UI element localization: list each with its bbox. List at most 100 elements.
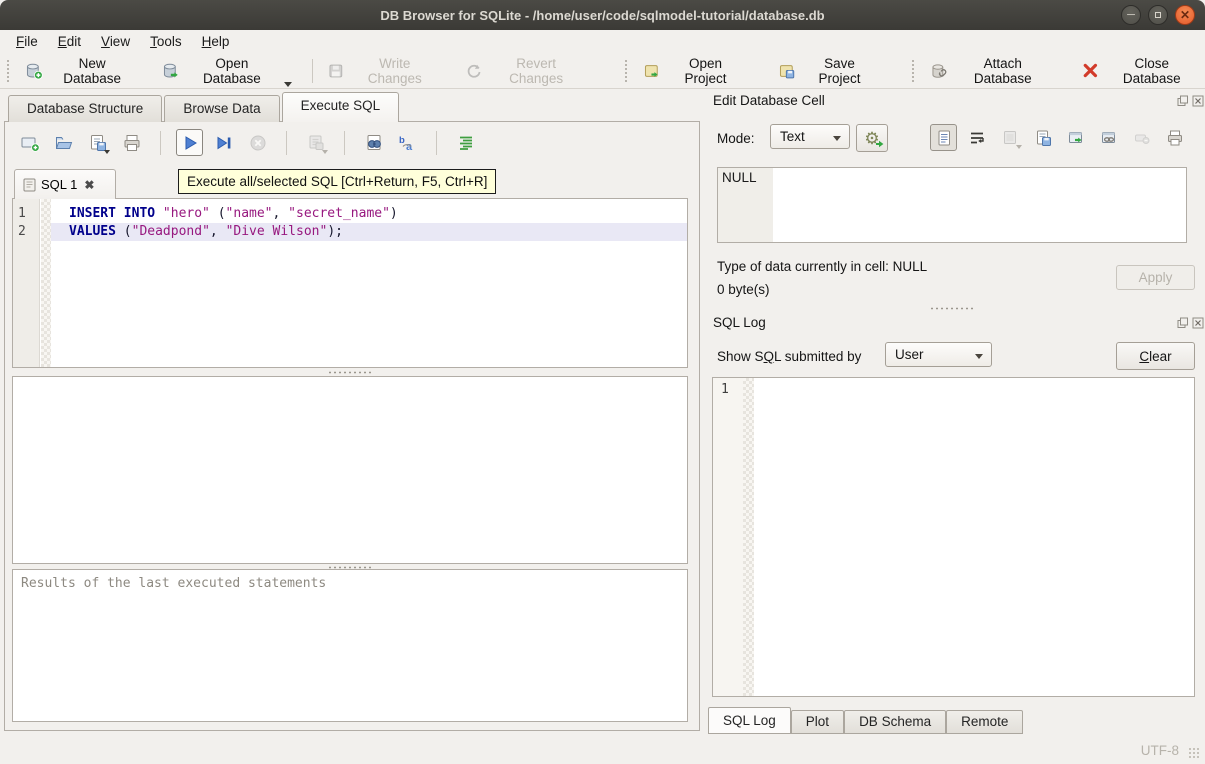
auto-apply-button[interactable]: ⚙ — [856, 124, 888, 152]
open-external-button[interactable] — [1062, 124, 1089, 151]
cell-value-editor[interactable]: NULL — [717, 167, 1187, 243]
execute-line-button[interactable] — [210, 129, 237, 156]
tab-execute-sql[interactable]: Execute SQL — [282, 92, 400, 122]
find-button[interactable] — [360, 129, 387, 156]
toolbar-separator — [312, 59, 313, 83]
save-file-dropdown-caret[interactable] — [104, 150, 110, 154]
edit-cell-toolbar — [930, 124, 1188, 151]
menu-view[interactable]: View — [91, 32, 140, 51]
menu-help[interactable]: Help — [192, 32, 240, 51]
print-sql-button[interactable] — [118, 129, 145, 156]
sql-log-view[interactable]: 1 — [712, 377, 1195, 697]
set-null-icon — [1133, 129, 1151, 147]
database-close-icon — [1082, 62, 1099, 79]
toolbar-grip[interactable] — [624, 59, 629, 83]
sql-editor-tab[interactable]: SQL 1 ✖ — [14, 169, 116, 199]
sql-log-filter-select[interactable]: User — [885, 342, 992, 367]
database-new-icon — [25, 62, 43, 80]
menu-tools[interactable]: Tools — [140, 32, 192, 51]
open-database-button[interactable]: Open Database — [156, 52, 285, 90]
close-database-button[interactable]: Close Database — [1076, 52, 1205, 90]
window-title: DB Browser for SQLite - /home/user/code/… — [380, 8, 824, 23]
close-icon: ✕ — [1180, 9, 1190, 21]
splitter-handle[interactable] — [328, 370, 372, 375]
execute-tooltip: Execute all/selected SQL [Ctrl+Return, F… — [178, 169, 496, 194]
new-sql-tab-button[interactable] — [16, 129, 43, 156]
status-bar: UTF-8 — [0, 734, 1205, 764]
text-mode-button[interactable] — [930, 124, 957, 151]
save-sql-file-button[interactable] — [84, 129, 111, 156]
execute-line-icon — [214, 133, 234, 153]
clear-log-button[interactable]: Clear — [1116, 342, 1195, 370]
tab-database-structure[interactable]: Database Structure — [8, 95, 162, 122]
print-cell-button[interactable] — [1161, 124, 1188, 151]
cell-type-info: Type of data currently in cell: NULL — [717, 259, 927, 274]
format-lines-icon — [456, 133, 476, 153]
import-file-icon — [1001, 129, 1019, 147]
cell-size-info: 0 byte(s) — [717, 282, 770, 297]
menu-bar: File Edit View Tools Help — [0, 30, 1205, 53]
svg-text:a: a — [406, 141, 413, 153]
line-number-gutter: 1 2 — [13, 199, 40, 367]
set-null-button — [1128, 124, 1155, 151]
sql-toolbar-separator — [344, 131, 345, 155]
open-project-button[interactable]: Open Project — [637, 52, 750, 90]
dock-tab-db-schema[interactable]: DB Schema — [844, 710, 946, 734]
format-sql-button[interactable] — [452, 129, 479, 156]
replace-button[interactable]: b a — [394, 129, 421, 156]
float-panel-icon[interactable] — [1177, 317, 1189, 329]
edit-cell-dock-buttons — [1177, 95, 1204, 107]
printer-icon — [122, 133, 142, 153]
tab-browse-data[interactable]: Browse Data — [164, 95, 279, 122]
save-project-button[interactable]: Save Project — [772, 52, 883, 90]
project-open-icon — [643, 62, 661, 80]
toolbar-grip[interactable] — [911, 59, 916, 83]
printer-icon — [1166, 129, 1184, 147]
edit-cell-title: Edit Database Cell — [713, 93, 825, 108]
open-sql-file-button[interactable] — [50, 129, 77, 156]
open-file-icon — [54, 133, 74, 153]
close-button[interactable]: ✕ — [1175, 5, 1195, 25]
sql-log-dock-buttons — [1177, 317, 1204, 329]
new-database-button[interactable]: New Database — [19, 52, 142, 90]
minimize-button[interactable]: ─ — [1121, 5, 1141, 25]
dock-tab-sql-log[interactable]: SQL Log — [708, 707, 791, 734]
sql-toolbar-separator — [160, 131, 161, 155]
menu-file[interactable]: File — [6, 32, 48, 51]
database-open-icon — [162, 62, 180, 80]
sql-file-icon — [23, 178, 36, 192]
import-cell-button — [996, 124, 1023, 151]
sql-toolbar-separator — [286, 131, 287, 155]
resize-grip[interactable] — [1188, 747, 1201, 760]
open-external-icon — [1067, 129, 1085, 147]
open-database-dropdown-caret[interactable] — [284, 82, 292, 87]
dock-tab-plot[interactable]: Plot — [791, 710, 844, 734]
execute-all-button[interactable] — [176, 129, 203, 156]
close-tab-icon[interactable]: ✖ — [84, 178, 94, 192]
title-bar: DB Browser for SQLite - /home/user/code/… — [0, 0, 1205, 30]
results-message-pane[interactable]: Results of the last executed statements — [12, 569, 688, 722]
log-line-number-gutter: 1 — [713, 378, 743, 696]
copy-link-button[interactable] — [1095, 124, 1122, 151]
mode-label: Mode: — [717, 131, 755, 146]
cell-null-strip: NULL — [718, 168, 773, 242]
menu-edit[interactable]: Edit — [48, 32, 91, 51]
mode-select[interactable]: Text — [770, 124, 850, 149]
close-panel-icon[interactable] — [1192, 95, 1204, 107]
code-area[interactable]: INSERT INTO "hero" ("name", "secret_name… — [51, 199, 687, 367]
word-wrap-button[interactable] — [963, 124, 990, 151]
maximize-button[interactable] — [1148, 5, 1168, 25]
close-panel-icon[interactable] — [1192, 317, 1204, 329]
sql-editor[interactable]: 1 2 INSERT INTO "hero" ("name", "secret_… — [12, 198, 688, 368]
main-toolbar: New Database Open Database Write Changes — [0, 53, 1205, 89]
export-cell-button[interactable] — [1029, 124, 1056, 151]
log-line-number: 1 — [721, 382, 729, 397]
attach-database-button[interactable]: Attach Database — [924, 52, 1058, 90]
dock-splitter-handle[interactable] — [930, 306, 974, 311]
dock-tab-remote[interactable]: Remote — [946, 710, 1023, 734]
project-save-icon — [778, 62, 796, 80]
float-panel-icon[interactable] — [1177, 95, 1189, 107]
replace-icon: b a — [398, 133, 418, 153]
text-document-icon — [935, 129, 953, 147]
toolbar-grip[interactable] — [6, 59, 11, 83]
